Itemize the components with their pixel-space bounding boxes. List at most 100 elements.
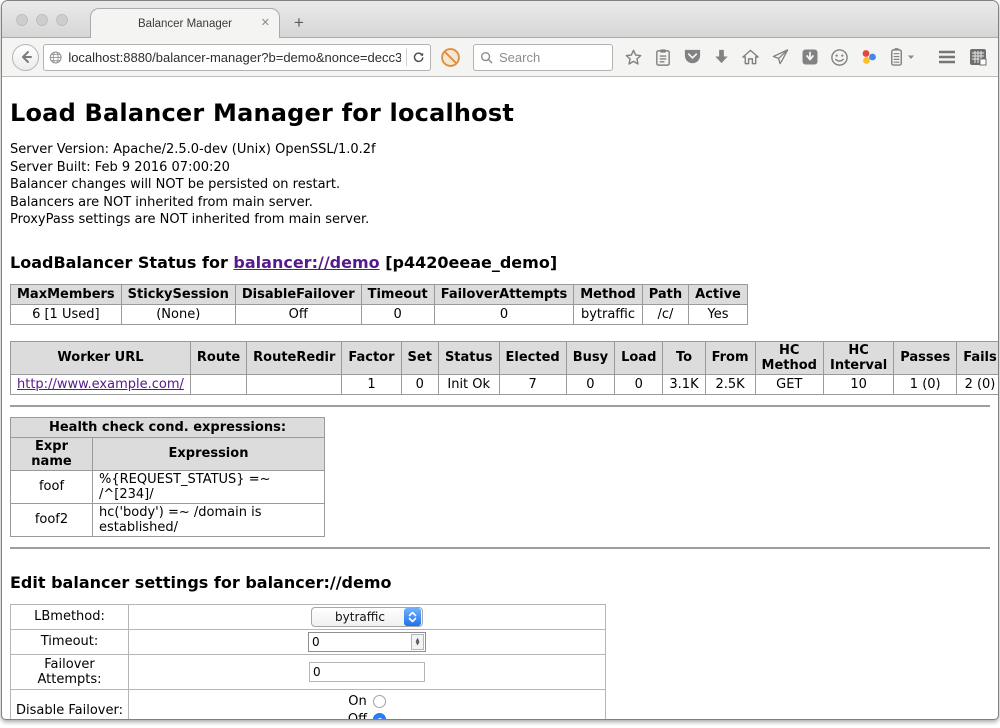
table-cell: Off: [235, 304, 361, 324]
menu-button[interactable]: [937, 49, 957, 65]
battery-icon: [889, 47, 904, 67]
table-header: Passes: [894, 341, 957, 374]
failover-attempts-cell: [129, 654, 606, 689]
worker-table: Worker URL Route RouteRedir Factor Set S…: [10, 341, 999, 395]
zoom-window-button[interactable]: [56, 14, 68, 26]
bookmark-star-button[interactable]: [624, 48, 643, 67]
clipboard-icon: [654, 48, 672, 67]
page-title: Load Balancer Manager for localhost: [10, 99, 990, 127]
table-header: Fails: [957, 341, 999, 374]
table-header: Set: [401, 341, 438, 374]
edit-balancer-heading: Edit balancer settings for balancer://de…: [10, 573, 990, 592]
content-blocked-button[interactable]: [440, 47, 461, 68]
table-header: Path: [642, 284, 688, 304]
table-cell: 0: [401, 374, 438, 394]
bookmarks-menu-button[interactable]: [654, 48, 672, 67]
title-bar: Balancer Manager ✕ +: [2, 1, 998, 38]
url-bar[interactable]: localhost:8880/balancer-manager?b=demo&n…: [43, 44, 431, 71]
send-tab-button[interactable]: [771, 48, 790, 66]
select-stepper-icon: [404, 608, 421, 626]
proxypass-note-line: ProxyPass settings are NOT inherited fro…: [10, 211, 990, 229]
lbmethod-cell: bytraffic: [129, 604, 606, 629]
lbmethod-select[interactable]: bytraffic: [311, 607, 423, 627]
health-check-table: Health check cond. expressions: Expr nam…: [10, 417, 325, 537]
globe-icon: [49, 50, 62, 65]
failover-on-radio[interactable]: [373, 695, 386, 708]
table-header: HC Method: [755, 341, 823, 374]
failover-off-radio[interactable]: [373, 713, 386, 721]
disable-failover-cell: On Off: [129, 689, 606, 720]
table-header: Route: [190, 341, 246, 374]
table-header-row: MaxMembers StickySession DisableFailover…: [11, 284, 748, 304]
star-icon: [624, 48, 643, 67]
screenshot-extension-button[interactable]: [968, 47, 988, 67]
minimize-window-button[interactable]: [36, 14, 48, 26]
table-header: DisableFailover: [235, 284, 361, 304]
table-cell: [190, 374, 246, 394]
reload-icon[interactable]: [412, 50, 425, 65]
table-cell: hc('body') =~ /domain is established/: [93, 503, 325, 536]
table-row: foof %{REQUEST_STATUS} =~ /^[234]/: [11, 470, 325, 503]
home-button[interactable]: [741, 48, 760, 66]
table-cell: (None): [121, 304, 235, 324]
timeout-input[interactable]: [309, 635, 411, 649]
table-header: Worker URL: [11, 341, 191, 374]
table-cell: GET: [755, 374, 823, 394]
table-cell: 1: [342, 374, 401, 394]
close-window-button[interactable]: [16, 14, 28, 26]
browser-window: Balancer Manager ✕ + localhost:8880/bala…: [1, 0, 999, 720]
pocket-button[interactable]: [683, 48, 702, 66]
url-divider: [406, 48, 407, 66]
server-info: Server Version: Apache/2.5.0-dev (Unix) …: [10, 141, 990, 229]
tab-balancer-manager[interactable]: Balancer Manager ✕: [90, 8, 280, 38]
lbmethod-label: LBmethod:: [11, 604, 129, 629]
new-tab-button[interactable]: +: [294, 13, 304, 33]
home-icon: [741, 48, 760, 66]
tab-title: Balancer Manager: [138, 18, 232, 30]
feedback-extension-button[interactable]: [830, 48, 849, 67]
table-header: Timeout: [361, 284, 434, 304]
balancer-summary-table: MaxMembers StickySession DisableFailover…: [10, 284, 748, 325]
table-cell: 3.1K: [663, 374, 705, 394]
search-bar[interactable]: Search: [473, 44, 613, 71]
url-text[interactable]: localhost:8880/balancer-manager?b=demo&n…: [68, 50, 400, 65]
health-table-title: Health check cond. expressions:: [11, 417, 325, 437]
table-cell: 2.5K: [705, 374, 755, 394]
worker-url-link[interactable]: http://www.example.com/: [17, 377, 184, 392]
table-cell: 0: [434, 304, 574, 324]
table-header: Load: [615, 341, 663, 374]
lbmethod-selected-value: bytraffic: [316, 610, 404, 624]
table-header: HC Interval: [823, 341, 893, 374]
page-content: Load Balancer Manager for localhost Serv…: [2, 99, 998, 720]
screenshot-grid-icon: [968, 47, 988, 67]
window-controls: [16, 14, 68, 26]
smiley-icon: [830, 48, 849, 67]
divider: [10, 405, 990, 407]
number-spinner-icon[interactable]: ▲▼: [411, 634, 424, 650]
balancer-demo-link[interactable]: balancer://demo: [233, 253, 379, 272]
table-cell: Yes: [689, 304, 748, 324]
search-placeholder: Search: [499, 50, 540, 65]
save-page-extension-button[interactable]: [801, 48, 819, 66]
timeout-input-wrap: ▲▼: [308, 632, 426, 652]
multi-account-extension-button[interactable]: [860, 48, 878, 66]
table-cell: 10: [823, 374, 893, 394]
status-heading-suffix: [p4420eeae_demo]: [380, 253, 558, 272]
back-button[interactable]: [12, 44, 39, 71]
persist-note-line: Balancer changes will NOT be persisted o…: [10, 176, 990, 194]
table-header: Status: [438, 341, 499, 374]
on-label: On: [348, 694, 366, 709]
table-cell: /c/: [642, 304, 688, 324]
form-row-timeout: Timeout: ▲▼: [11, 629, 606, 654]
table-header: Active: [689, 284, 748, 304]
timeout-label: Timeout:: [11, 629, 129, 654]
status-heading-prefix: LoadBalancer Status for: [10, 253, 233, 272]
server-version-line: Server Version: Apache/2.5.0-dev (Unix) …: [10, 141, 990, 159]
form-row-lbmethod: LBmethod: bytraffic: [11, 604, 606, 629]
square-download-icon: [801, 48, 819, 66]
tab-close-icon[interactable]: ✕: [261, 17, 270, 29]
failover-attempts-input[interactable]: [309, 662, 425, 682]
battery-extension-button[interactable]: [889, 47, 915, 67]
send-icon: [771, 48, 790, 66]
downloads-button[interactable]: [713, 48, 730, 66]
